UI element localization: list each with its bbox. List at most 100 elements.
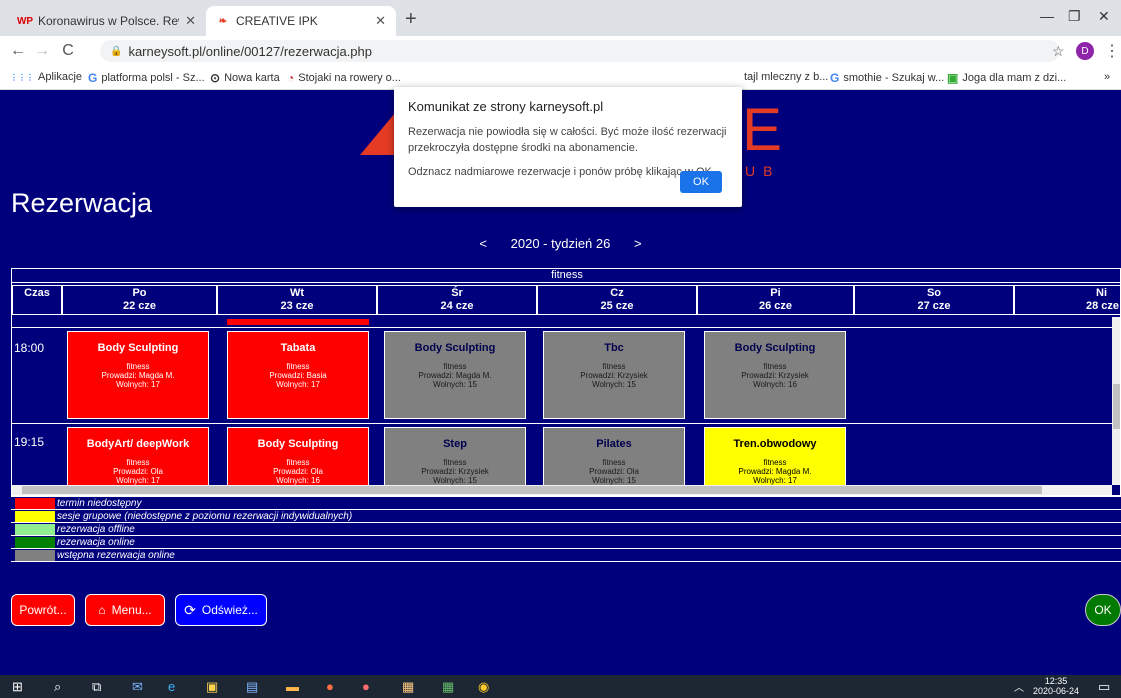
profile-avatar[interactable]: D	[1076, 42, 1094, 60]
wp-favicon-icon: WP	[16, 15, 34, 27]
target-icon: ◔	[287, 71, 295, 85]
forward-arrow-icon[interactable]: →	[30, 42, 54, 60]
legend-swatch	[15, 537, 55, 548]
next-week-button[interactable]: >	[634, 236, 642, 251]
refresh-icon: ⟳	[184, 601, 196, 618]
prev-week-button[interactable]: <	[479, 236, 487, 251]
windows-start-icon[interactable]: ⊞	[12, 679, 23, 695]
back-button[interactable]: Powrót...	[11, 594, 75, 626]
bookmark-site-icon: ▣	[947, 71, 959, 85]
event-tabata-wt[interactable]: Tabata fitness Prowadzi: Basia Wolnych: 17	[227, 331, 369, 419]
time-slot-1800: 18:00	[14, 341, 45, 355]
photos-icon[interactable]: ▤	[246, 679, 258, 695]
home-icon: ⌂	[98, 603, 106, 617]
legend-swatch	[15, 524, 55, 535]
creative-favicon-icon: ❧	[218, 15, 228, 27]
day-header-sr: Śr 24 cze	[377, 285, 537, 315]
taskbar: ⊞ ⌕ ⧉ ✉ e ▣ ▤ ▬ ● ● ▦ ▦ ◉ ︿ 12:35 2020-0…	[0, 675, 1121, 698]
bookmark-star-icon[interactable]: ☆	[1052, 43, 1065, 60]
google-icon: G	[830, 71, 840, 85]
edge-icon[interactable]: e	[168, 679, 175, 694]
row-divider	[12, 327, 1112, 328]
event-body-sculpting-pi[interactable]: Body Sculpting fitness Prowadzi: Krzysiek…	[704, 331, 846, 419]
logo-letter: E	[742, 96, 783, 163]
bookmark-nowa-karta[interactable]: ⊙ Nowa karta	[210, 71, 280, 85]
mail-icon[interactable]: ✉	[132, 679, 143, 695]
lock-icon: 🔒	[110, 45, 123, 57]
search-icon[interactable]: ⌕	[54, 679, 61, 695]
url-field[interactable]: 🔒 karneysoft.pl/online/00127/rezerwacja.…	[100, 40, 1060, 62]
bookmark-smothie[interactable]: Gsmothie - Szukaj w...	[830, 71, 944, 85]
tray-chevron-icon[interactable]: ︿	[1014, 679, 1024, 694]
address-bar-row: ← → C 🔒 karneysoft.pl/online/00127/rezer…	[0, 36, 1121, 66]
bookmarks-more-icon[interactable]: »	[1104, 71, 1110, 83]
bookmark-joga[interactable]: ▣ Joga dla mam z dzi...	[947, 71, 1066, 85]
legend-swatch	[15, 498, 55, 509]
window-close-icon[interactable]: ✕	[1098, 8, 1110, 25]
day-header-wt: Wt 23 cze	[217, 285, 377, 315]
paint-icon[interactable]: ▦	[402, 679, 414, 695]
restore-icon[interactable]: ❐	[1068, 8, 1081, 25]
app-icon[interactable]: ●	[362, 679, 370, 694]
store-icon[interactable]: ▣	[206, 679, 218, 695]
explorer-icon[interactable]: ▬	[286, 679, 299, 694]
week-navigation: < 2020 - tydzień 26 >	[0, 236, 1121, 251]
minimize-icon[interactable]: —	[1040, 8, 1054, 24]
event-bodyart-po[interactable]: BodyArt/ deepWork fitness Prowadzi: Ola Wo…	[67, 427, 209, 487]
notifications-icon[interactable]: ▭	[1098, 679, 1110, 695]
menu-button[interactable]: ⌂ Menu...	[85, 594, 165, 626]
day-header-cz: Cz 25 cze	[537, 285, 697, 315]
tab-close-icon[interactable]: ✕	[375, 13, 386, 29]
legend-item: rezerwacja offline	[11, 522, 1121, 536]
task-view-icon[interactable]: ⧉	[92, 679, 101, 695]
legend-item: termin niedostępny	[11, 496, 1121, 510]
refresh-button[interactable]: ⟳ Odśwież...	[175, 594, 267, 626]
legend-item: wstępna rezerwacja online	[11, 548, 1121, 562]
excel-icon[interactable]: ▦	[442, 679, 454, 695]
back-arrow-icon[interactable]: ←	[6, 42, 30, 60]
tab-creative-ipk[interactable]: ❧ CREATIVE IPK ✕	[206, 6, 396, 36]
tab-close-icon[interactable]: ✕	[185, 13, 196, 29]
legend-item: sesje grupowe (niedostępne z poziomu rez…	[11, 509, 1121, 523]
event-tren-obwodowy-pi[interactable]: Tren.obwodowy fitness Prowadzi: Magda M. W…	[704, 427, 846, 487]
legend-item: rezerwacja online	[11, 535, 1121, 549]
legend-swatch	[15, 550, 55, 561]
legend: termin niedostępny sesje grupowe (niedos…	[11, 496, 1121, 562]
bookmark-stojaki[interactable]: ◔ Stojaki na rowery o...	[287, 71, 401, 85]
row-divider	[12, 423, 1112, 424]
event-body-sculpting-wt[interactable]: Body Sculpting fitness Prowadzi: Ola Wolny…	[227, 427, 369, 487]
bookmark-platforma[interactable]: Gplatforma polsl - Sz...	[88, 71, 205, 85]
event-pilates-cz[interactable]: Pilates fitness Prowadzi: Ola Wolnych: 15	[543, 427, 685, 487]
reload-icon[interactable]: C	[56, 42, 80, 60]
menu-dots-icon[interactable]: ⋮	[1104, 41, 1120, 61]
section-label: fitness	[12, 269, 1120, 283]
firefox-icon[interactable]: ●	[326, 679, 334, 694]
bookmark-apps[interactable]: ⋮⋮⋮ Aplikacje	[10, 71, 82, 83]
day-header-po: Po 22 cze	[62, 285, 217, 315]
tab-title: CREATIVE IPK	[236, 14, 318, 28]
vertical-scroll-thumb[interactable]	[1113, 384, 1120, 429]
event-tbc-cz[interactable]: Tbc fitness Prowadzi: Krzysiek Wolnych: 15	[543, 331, 685, 419]
tab-koronawirus[interactable]: WP Koronawirus w Polsce. Rewal. 50 l ✕	[8, 6, 206, 36]
chrome-icon[interactable]: ◉	[478, 679, 489, 695]
time-column-header: Czas	[12, 285, 62, 315]
event-body-sculpting-po[interactable]: Body Sculpting fitness Prowadzi: Magda M.…	[67, 331, 209, 419]
event-body-sculpting-sr[interactable]: Body Sculpting fitness Prowadzi: Magda M.…	[384, 331, 526, 419]
legend-swatch	[15, 511, 55, 522]
url-text: karneysoft.pl/online/00127/rezerwacja.ph…	[128, 43, 372, 59]
dialog-ok-button[interactable]: OK	[680, 171, 722, 193]
bookmark-koktajl[interactable]: tajl mleczny z b...	[744, 71, 828, 83]
ok-button[interactable]: OK	[1085, 594, 1121, 626]
clock[interactable]: 12:35 2020-06-24	[1033, 676, 1079, 696]
event-step-sr[interactable]: Step fitness Prowadzi: Krzysiek Wolnych: 1…	[384, 427, 526, 487]
google-icon: G	[88, 71, 98, 85]
alert-dialog: Komunikat ze strony karneysoft.pl Rezerw…	[394, 87, 742, 207]
time-slot-1915: 19:15	[14, 435, 45, 449]
new-tab-button[interactable]: +	[405, 8, 417, 31]
week-label: 2020 - tydzień 26	[510, 236, 611, 251]
day-header-so: So 27 cze	[854, 285, 1014, 315]
schedule-grid: fitness Czas Po 22 cze Wt 23 cze Śr 24 cze …	[11, 268, 1121, 496]
page-title: Rezerwacja	[11, 188, 153, 218]
horizontal-scroll-thumb[interactable]	[22, 486, 1042, 494]
day-header-pi: Pi 26 cze	[697, 285, 854, 315]
